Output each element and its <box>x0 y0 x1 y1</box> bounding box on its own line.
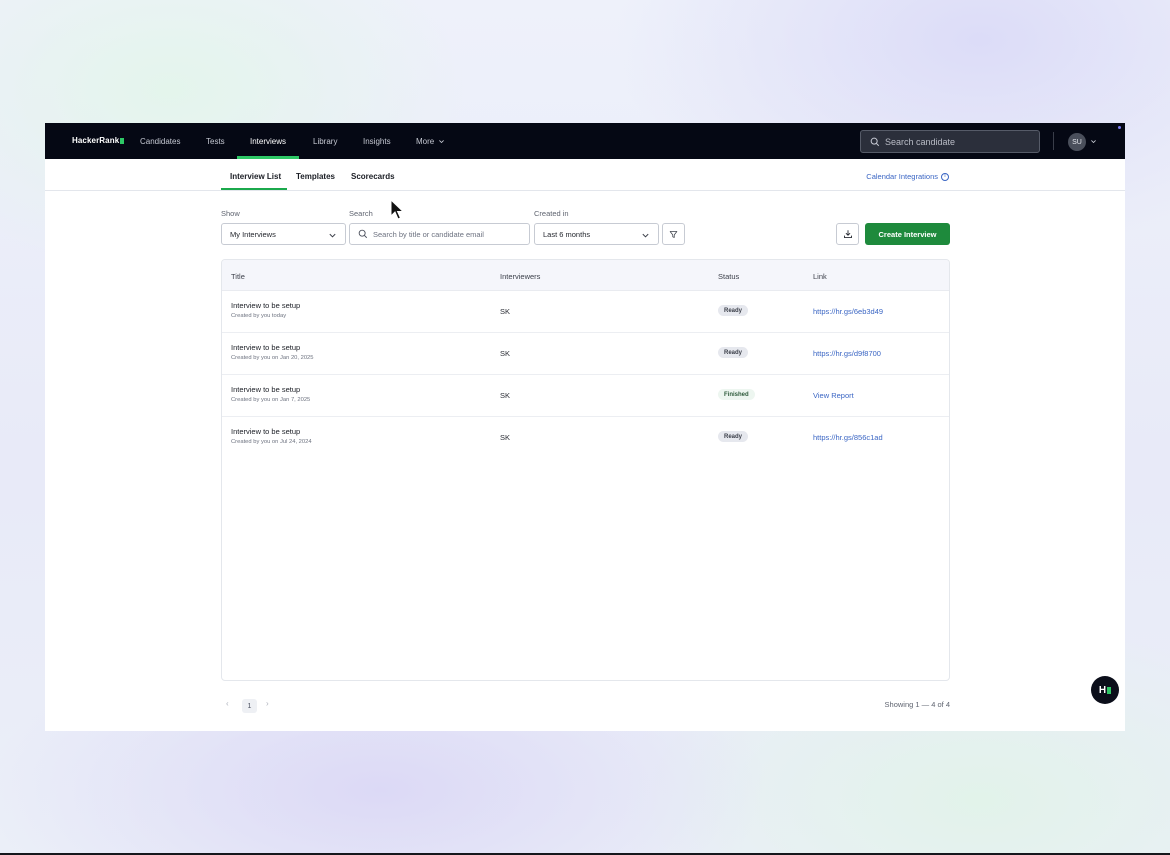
search-icon <box>358 229 368 239</box>
app-window: HackerRank Candidates Tests Interviews L… <box>45 123 1125 731</box>
show-label: Show <box>221 209 240 218</box>
mouse-pointer-icon <box>390 199 404 220</box>
interview-title[interactable]: Interview to be setup <box>231 427 300 436</box>
column-header-title[interactable]: Title <box>231 272 245 281</box>
tab-templates[interactable]: Templates <box>296 172 335 181</box>
status-badge: Finished <box>718 389 755 400</box>
created-in-select-value: Last 6 months <box>543 229 591 239</box>
show-select[interactable]: My Interviews <box>221 223 346 245</box>
table-header: Title Interviewers Status Link <box>222 260 949 291</box>
search-icon <box>870 137 880 146</box>
interview-title[interactable]: Interview to be setup <box>231 343 300 352</box>
view-report-link[interactable]: View Report <box>813 391 854 400</box>
pagination-next[interactable]: › <box>266 699 269 708</box>
interviewers: SK <box>500 391 511 400</box>
created-in-select[interactable]: Last 6 months <box>534 223 659 245</box>
column-header-status[interactable]: Status <box>718 272 739 281</box>
chevron-down-icon <box>642 233 649 238</box>
pagination-page[interactable]: 1 <box>242 699 257 713</box>
sub-navigation: Interview List Templates Scorecards Cale… <box>45 159 1125 191</box>
candidate-search-input[interactable] <box>885 136 1025 147</box>
interviews-table: Title Interviewers Status Link Interview… <box>221 259 950 681</box>
brand-mark <box>120 137 125 144</box>
created-in-label: Created in <box>534 209 569 218</box>
info-icon: i <box>941 172 949 181</box>
show-select-value: My Interviews <box>230 229 276 239</box>
chevron-down-icon <box>439 140 445 144</box>
status-badge: Ready <box>718 431 749 442</box>
table-row[interactable]: Interview to be setup Created by you on … <box>222 417 949 459</box>
nav-divider <box>1053 132 1054 150</box>
interview-created: Created by you on Jul 24, 2024 <box>231 439 312 445</box>
interview-search[interactable] <box>349 223 530 245</box>
help-icon: H <box>1098 684 1107 696</box>
interviewers: SK <box>500 307 511 316</box>
nav-item-interviews[interactable]: Interviews <box>250 137 286 146</box>
filter-icon <box>669 230 678 238</box>
calendar-integrations-label: Calendar Integrations <box>866 172 938 181</box>
interview-created: Created by you on Jan 20, 2025 <box>231 355 314 361</box>
brand-name: HackerRank <box>72 136 120 145</box>
brand-logo[interactable]: HackerRank <box>72 136 125 145</box>
column-header-interviewers[interactable]: Interviewers <box>500 272 540 281</box>
top-navigation: HackerRank Candidates Tests Interviews L… <box>45 123 1125 159</box>
nav-more-label: More <box>416 137 435 146</box>
candidate-search[interactable] <box>860 130 1040 153</box>
interview-link[interactable]: https://hr.gs/6eb3d49 <box>813 307 883 316</box>
pagination-prev[interactable]: ‹ <box>226 699 229 708</box>
tab-scorecards[interactable]: Scorecards <box>351 172 395 181</box>
interviewers: SK <box>500 433 511 442</box>
interviewers: SK <box>500 349 511 358</box>
create-interview-button[interactable]: Create Interview <box>865 223 950 245</box>
tab-interview-list[interactable]: Interview List <box>230 172 281 181</box>
status-badge: Ready <box>718 347 749 358</box>
interview-title[interactable]: Interview to be setup <box>231 385 300 394</box>
chevron-down-icon[interactable] <box>1090 138 1097 145</box>
nav-item-candidates[interactable]: Candidates <box>140 137 180 146</box>
table-row[interactable]: Interview to be setup Created by you tod… <box>222 291 949 333</box>
nav-item-library[interactable]: Library <box>313 137 337 146</box>
help-button[interactable]: H <box>1091 676 1119 704</box>
download-button[interactable] <box>836 223 859 245</box>
status-badge: Ready <box>718 305 749 316</box>
nav-item-insights[interactable]: Insights <box>363 137 391 146</box>
download-icon <box>843 230 852 239</box>
interview-link[interactable]: https://hr.gs/856c1ad <box>813 433 883 442</box>
notification-dot <box>1118 126 1121 129</box>
tab-active-indicator <box>221 188 287 190</box>
filter-button[interactable] <box>662 223 685 245</box>
help-mark <box>1107 686 1112 694</box>
chevron-down-icon <box>329 233 336 238</box>
pagination-summary: Showing 1 — 4 of 4 <box>884 700 950 709</box>
table-row[interactable]: Interview to be setup Created by you on … <box>222 375 949 417</box>
avatar[interactable]: SU <box>1068 133 1086 151</box>
interview-created: Created by you today <box>231 313 287 319</box>
table-row[interactable]: Interview to be setup Created by you on … <box>222 333 949 375</box>
interview-search-input[interactable] <box>373 229 523 239</box>
nav-item-more[interactable]: More <box>416 137 445 146</box>
nav-item-tests[interactable]: Tests <box>206 137 225 146</box>
interview-title[interactable]: Interview to be setup <box>231 301 300 310</box>
column-header-link[interactable]: Link <box>813 272 827 281</box>
interview-created: Created by you on Jan 7, 2025 <box>231 397 311 403</box>
search-label: Search <box>349 209 373 218</box>
calendar-integrations-link[interactable]: Calendar Integrations i <box>866 172 949 181</box>
interview-link[interactable]: https://hr.gs/d9f8700 <box>813 349 881 358</box>
